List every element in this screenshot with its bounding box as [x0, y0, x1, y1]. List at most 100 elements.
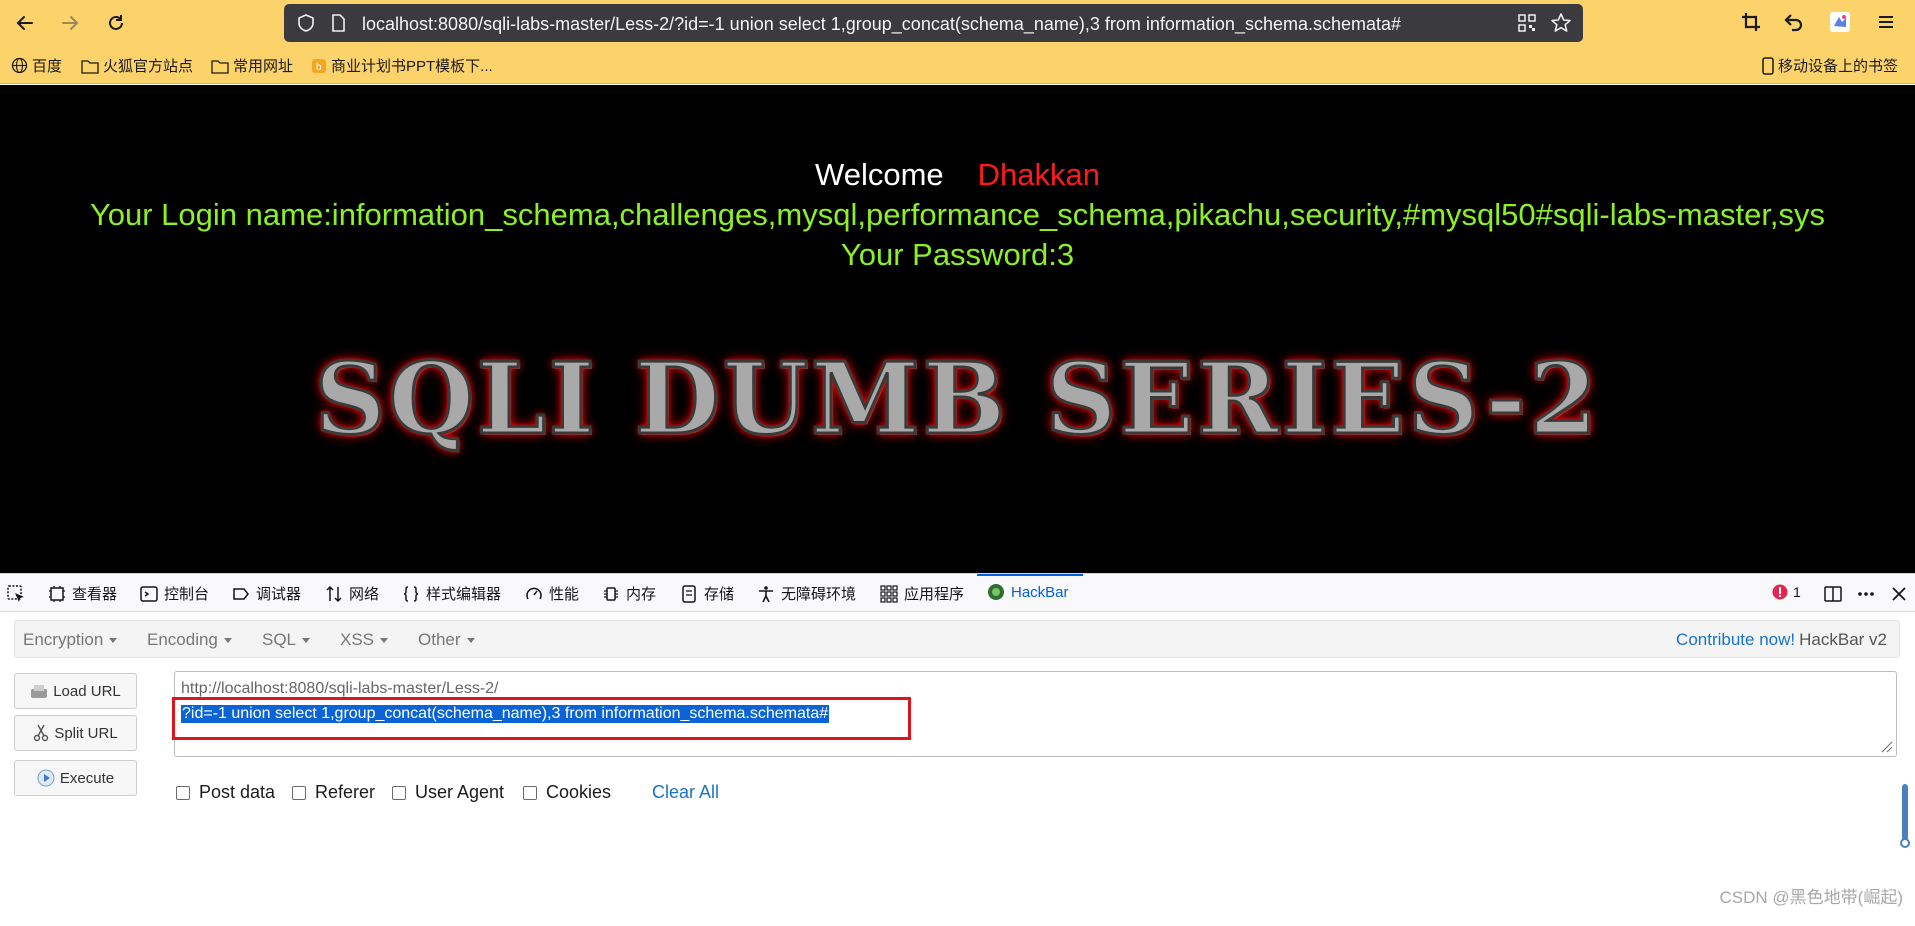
password-line: Your Password:3	[840, 237, 1075, 272]
tab-label: 内存	[626, 586, 657, 603]
series-banner-image: SQLI DUMB SERIES-2	[0, 340, 1915, 460]
menu-xss[interactable]: XSS	[340, 630, 389, 650]
contribute-link[interactable]: Contribute now!	[1676, 630, 1795, 649]
post-data-checkbox[interactable]: Post data	[176, 782, 275, 803]
menu-label: Encryption	[23, 630, 104, 649]
checkbox-box[interactable]	[176, 785, 190, 800]
menu-encoding[interactable]: Encoding	[147, 630, 232, 650]
resize-grip-icon[interactable]	[1879, 739, 1893, 753]
tab-label: 网络	[349, 586, 380, 603]
site-favicon-icon: b	[312, 58, 326, 73]
tab-label: 应用程序	[904, 586, 965, 603]
error-indicator[interactable]: 1	[1772, 584, 1801, 600]
bookmark-label: 常用网址	[233, 58, 294, 75]
qr-code-icon[interactable]	[1517, 13, 1537, 33]
tab-debugger[interactable]: 调试器	[232, 583, 301, 604]
menu-encryption[interactable]: Encryption	[23, 630, 118, 650]
folder-icon	[211, 59, 229, 74]
back-arrow-icon	[16, 16, 33, 30]
tab-label: 控制台	[164, 586, 210, 603]
reload-button[interactable]	[101, 8, 131, 38]
menu-hamburger-icon[interactable]	[1876, 12, 1896, 32]
tab-performance[interactable]: 性能	[525, 583, 579, 604]
bookmark-ppt-templates[interactable]: b 商业计划书PPT模板下...	[311, 55, 493, 76]
execute-button[interactable]: Execute	[14, 760, 137, 796]
tab-inspector[interactable]: 查看器	[48, 583, 117, 604]
browser-toolbar: localhost:8080/sqli-labs-master/Less-2/?…	[0, 0, 1915, 46]
globe-icon	[11, 57, 28, 74]
red-highlight-annotation	[172, 697, 911, 740]
welcome-text: Welcome	[815, 157, 944, 192]
menu-label: XSS	[340, 630, 375, 649]
contribute-area: Contribute now! HackBar v2	[1676, 630, 1887, 650]
back-button[interactable]	[10, 8, 40, 38]
tab-console[interactable]: 控制台	[140, 583, 209, 604]
tab-label: 无障碍环境	[781, 586, 857, 603]
split-url-button[interactable]: Split URL	[14, 715, 137, 751]
active-tab-indicator	[977, 574, 1083, 576]
checkbox-label: Post data	[199, 782, 276, 802]
tab-hackbar[interactable]: HackBar	[987, 583, 1069, 601]
chevron-down-icon	[223, 638, 232, 644]
tab-application[interactable]: 应用程序	[880, 583, 964, 604]
star-bookmark-icon[interactable]	[1550, 12, 1572, 34]
menu-sql[interactable]: SQL	[262, 630, 311, 650]
checkbox-box[interactable]	[392, 785, 406, 800]
scrollbar-thumb[interactable]	[1902, 784, 1908, 844]
url-text[interactable]: localhost:8080/sqli-labs-master/Less-2/?…	[362, 14, 1401, 35]
page-icon[interactable]	[328, 13, 348, 33]
csdn-watermark: CSDN @黑色地带(崛起)	[1719, 888, 1903, 907]
load-url-button[interactable]: Load URL	[14, 673, 137, 709]
reload-icon	[109, 15, 123, 30]
referer-checkbox[interactable]: Referer	[292, 782, 375, 803]
cookies-checkbox[interactable]: Cookies	[523, 782, 611, 803]
tab-label: 样式编辑器	[426, 586, 502, 603]
close-devtools-icon[interactable]	[1890, 585, 1908, 603]
forward-button[interactable]	[55, 8, 85, 38]
bookmark-baidu[interactable]: 百度	[11, 55, 62, 76]
button-label: Execute	[59, 769, 115, 787]
menu-other[interactable]: Other	[418, 630, 475, 650]
banner-text: SQLI DUMB SERIES-2	[313, 341, 1601, 459]
checkbox-box[interactable]	[292, 785, 306, 800]
web-page-content: Welcome Dhakkan Your Login name:informati…	[0, 85, 1915, 573]
tab-network[interactable]: 网络	[325, 583, 379, 604]
tab-label: 查看器	[72, 586, 118, 603]
tab-storage[interactable]: 存储	[680, 583, 734, 604]
svg-text:b: b	[316, 62, 322, 73]
bookmark-firefox-sites[interactable]: 火狐官方站点	[81, 55, 193, 76]
user-agent-checkbox[interactable]: User Agent	[392, 782, 504, 803]
forward-arrow-icon	[62, 16, 79, 30]
clear-all-link[interactable]: Clear All	[652, 782, 719, 803]
bookmark-label: 百度	[32, 58, 63, 75]
extension-icon[interactable]	[1829, 11, 1851, 33]
hackbar-menu-bar: Encryption Encoding SQL XSS Other Contri…	[14, 620, 1900, 658]
more-options-icon[interactable]	[1856, 584, 1876, 604]
bookmark-common-sites[interactable]: 常用网址	[211, 55, 293, 76]
folder-icon	[81, 59, 99, 74]
app-grid-icon	[880, 584, 898, 603]
chevron-down-icon	[380, 638, 389, 644]
chevron-down-icon	[466, 638, 475, 644]
crop-icon[interactable]	[1741, 12, 1761, 32]
dock-side-icon[interactable]	[1823, 584, 1843, 604]
checkbox-label: User Agent	[415, 782, 505, 802]
tab-label: HackBar	[1011, 583, 1069, 601]
shield-icon[interactable]	[296, 13, 316, 33]
url-bar[interactable]: localhost:8080/sqli-labs-master/Less-2/?…	[284, 4, 1583, 42]
mobile-device-icon	[1762, 56, 1774, 75]
scrollbar-knob[interactable]	[1900, 838, 1910, 848]
checkbox-box[interactable]	[523, 785, 537, 800]
tab-style-editor[interactable]: 样式编辑器	[402, 583, 501, 604]
mobile-bookmarks[interactable]: 移动设备上的书签	[1762, 55, 1898, 76]
tab-memory[interactable]: 内存	[602, 583, 656, 604]
button-label: Load URL	[53, 682, 121, 700]
menu-label: SQL	[262, 630, 297, 649]
tab-accessibility[interactable]: 无障碍环境	[757, 583, 856, 604]
bookmark-label: 火狐官方站点	[103, 58, 194, 75]
gauge-icon	[526, 587, 542, 599]
checkbox-label: Cookies	[546, 782, 612, 802]
undo-icon[interactable]	[1784, 12, 1804, 32]
element-picker-icon[interactable]	[6, 584, 26, 604]
accessibility-icon	[759, 585, 773, 602]
